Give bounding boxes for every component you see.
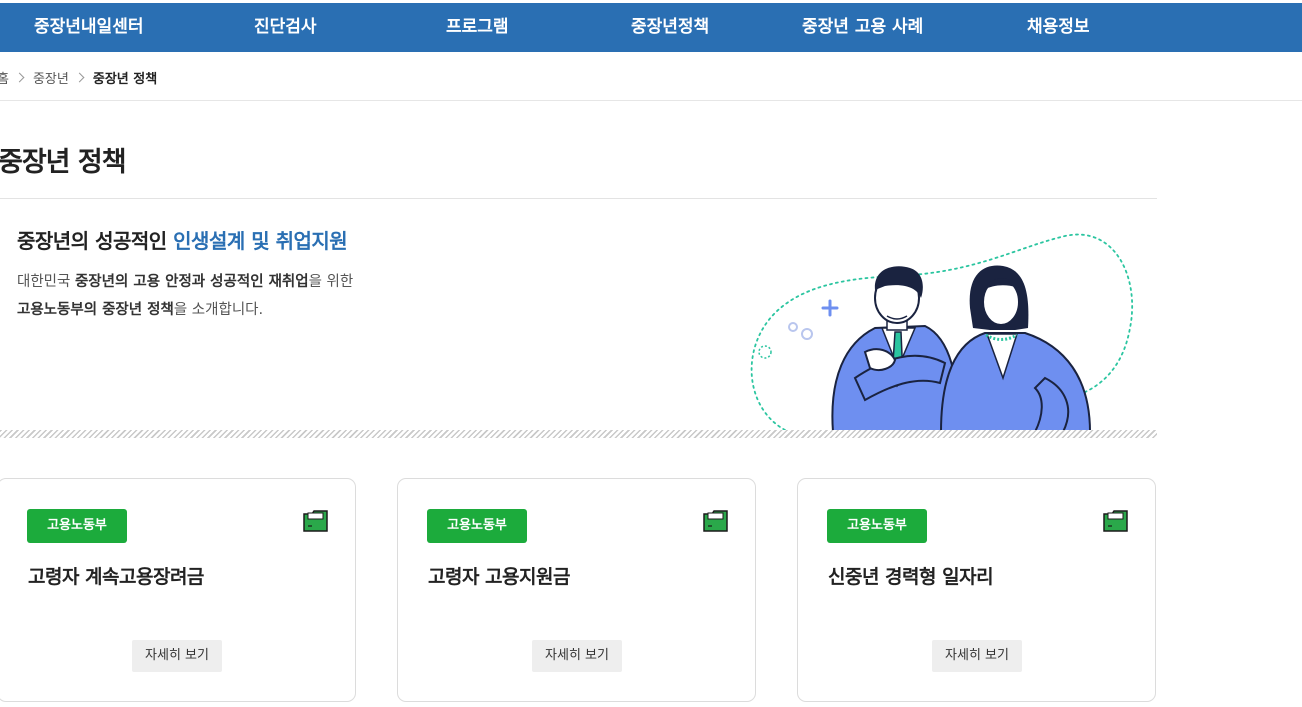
top-nav-bar: 중장년내일센터 진단검사 프로그램 중장년정책 중장년 고용 사례 채용정보 — [0, 3, 1302, 52]
nav-item-center[interactable]: 중장년내일센터 — [34, 3, 143, 52]
ministry-badge: 고용노동부 — [827, 509, 927, 543]
two-office-workers-illustration — [750, 233, 1134, 432]
hero-heading-plain: 중장년의 성공적인 — [17, 229, 174, 253]
folder-icon — [1103, 510, 1128, 532]
view-details-button[interactable]: 자세히 보기 — [532, 640, 622, 672]
hero-heading-accent: 인생설계 및 취업지원 — [173, 229, 348, 253]
chevron-right-icon — [74, 72, 85, 82]
policy-card[interactable]: 고용노동부 고령자 고용지원금 자세히 보기 — [397, 478, 756, 702]
breadcrumb-parent[interactable]: 중장년 — [33, 68, 69, 87]
policy-card-title: 고령자 고용지원금 — [428, 566, 570, 588]
policy-card-title: 고령자 계속고용장려금 — [28, 566, 204, 588]
chevron-right-icon — [14, 72, 25, 82]
view-details-button[interactable]: 자세히 보기 — [132, 640, 222, 672]
hatched-divider — [0, 430, 1157, 438]
folder-icon — [303, 510, 328, 532]
view-details-button[interactable]: 자세히 보기 — [932, 640, 1022, 672]
nav-item-employment-cases[interactable]: 중장년 고용 사례 — [802, 3, 923, 52]
page-title: 중장년 정책 — [0, 147, 127, 178]
policy-card[interactable]: 고용노동부 고령자 계속고용장려금 자세히 보기 — [0, 478, 356, 702]
desc-bold-text: 중장년의 고용 안정과 성공적인 재취업 — [74, 274, 309, 290]
desc-text: 대한민국 — [17, 274, 75, 290]
desc-text: 을 위한 — [308, 274, 354, 290]
hero-description: 대한민국 중장년의 고용 안정과 성공적인 재취업을 위한 고용노동부의 중장년… — [17, 268, 353, 324]
breadcrumb: 홈 중장년 중장년 정책 — [0, 63, 157, 91]
desc-text: 을 소개합니다. — [173, 302, 264, 318]
breadcrumb-home[interactable]: 홈 — [0, 68, 9, 87]
divider — [0, 198, 1157, 199]
ministry-badge: 고용노동부 — [427, 509, 527, 543]
breadcrumb-current: 중장년 정책 — [92, 71, 158, 87]
divider — [0, 100, 1302, 101]
hero-heading: 중장년의 성공적인 인생설계 및 취업지원 — [17, 225, 348, 254]
nav-item-assessment[interactable]: 진단검사 — [254, 3, 317, 52]
ministry-badge: 고용노동부 — [27, 509, 127, 543]
hero-desc-line: 고용노동부의 중장년 정책을 소개합니다. — [17, 296, 353, 324]
desc-bold-text: 고용노동부의 중장년 정책 — [17, 302, 174, 318]
policy-card[interactable]: 고용노동부 신중년 경력형 일자리 자세히 보기 — [797, 478, 1156, 702]
folder-icon — [703, 510, 728, 532]
policy-card-title: 신중년 경력형 일자리 — [828, 566, 994, 588]
hero-desc-line: 대한민국 중장년의 고용 안정과 성공적인 재취업을 위한 — [17, 268, 353, 296]
nav-item-program[interactable]: 프로그램 — [446, 3, 509, 52]
nav-item-policy[interactable]: 중장년정책 — [631, 3, 709, 52]
nav-item-jobs[interactable]: 채용정보 — [1027, 3, 1090, 52]
